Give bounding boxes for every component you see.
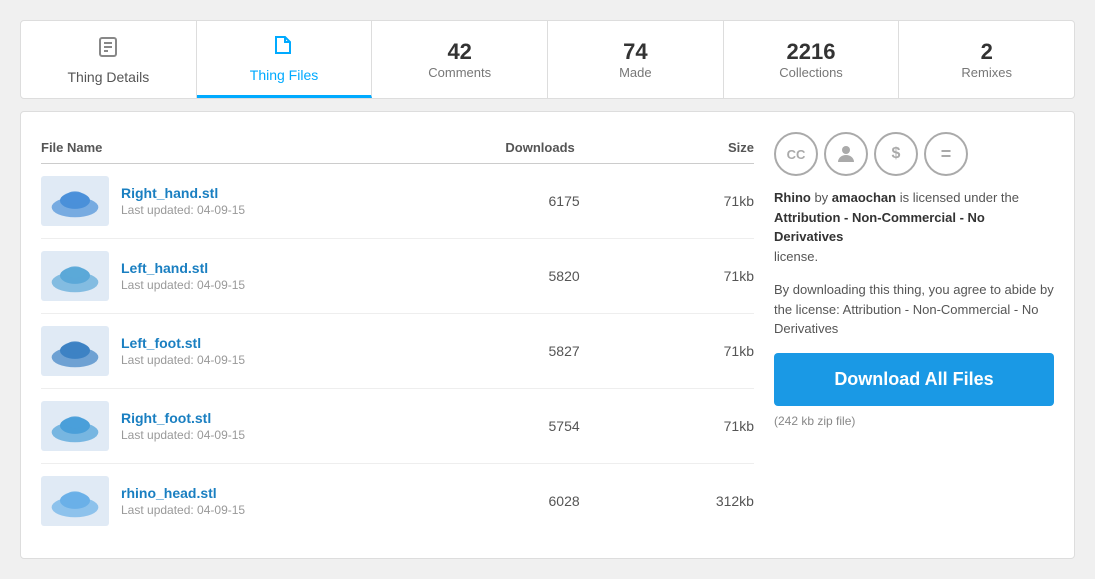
remixes-label: Remixes — [961, 65, 1012, 80]
license-by-text: by — [814, 190, 831, 205]
license-thing-name: Rhino — [774, 190, 811, 205]
nd-icon: = — [924, 132, 968, 176]
file-downloads: 5827 — [501, 343, 628, 359]
file-downloads: 6028 — [501, 493, 628, 509]
file-name[interactable]: Left_foot.stl — [121, 335, 501, 351]
file-rows-container: Right_hand.stl Last updated: 04-09-15 61… — [41, 164, 754, 538]
file-size: 71kb — [627, 418, 754, 434]
download-info-text: By downloading this thing, you agree to … — [774, 280, 1054, 339]
file-name[interactable]: rhino_head.stl — [121, 485, 501, 501]
file-name[interactable]: Right_foot.stl — [121, 410, 501, 426]
license-author: amaochan — [832, 190, 896, 205]
file-list: File Name Downloads Size Right_hand.stl … — [41, 132, 754, 538]
file-downloads: 6175 — [501, 193, 628, 209]
made-label: Made — [619, 65, 652, 80]
thing-files-icon — [272, 33, 296, 63]
sidebar: CC $ = Rhino by amaochan is licensed und… — [774, 132, 1054, 538]
file-info: rhino_head.stl Last updated: 04-09-15 — [121, 485, 501, 517]
file-info: Left_hand.stl Last updated: 04-09-15 — [121, 260, 501, 292]
tab-thing-files[interactable]: Thing Files — [197, 21, 373, 98]
header-size: Size — [611, 140, 754, 155]
file-size: 312kb — [627, 493, 754, 509]
file-size: 71kb — [627, 343, 754, 359]
file-info: Left_foot.stl Last updated: 04-09-15 — [121, 335, 501, 367]
table-row: Left_foot.stl Last updated: 04-09-15 582… — [41, 314, 754, 389]
license-text-3: license. — [774, 249, 818, 264]
file-updated: Last updated: 04-09-15 — [121, 428, 501, 442]
tab-thing-details-label: Thing Details — [67, 69, 149, 85]
table-row: Right_hand.stl Last updated: 04-09-15 61… — [41, 164, 754, 239]
comments-count: 42 — [447, 39, 471, 65]
file-downloads: 5820 — [501, 268, 628, 284]
file-thumbnail — [41, 326, 109, 376]
tabs-container: Thing Details Thing Files 42 Comments 74… — [20, 20, 1075, 99]
table-row: rhino_head.stl Last updated: 04-09-15 60… — [41, 464, 754, 538]
table-row: Right_foot.stl Last updated: 04-09-15 57… — [41, 389, 754, 464]
license-name: Attribution - Non-Commercial - No Deriva… — [774, 210, 985, 245]
file-downloads: 5754 — [501, 418, 628, 434]
by-icon — [824, 132, 868, 176]
license-icons: CC $ = — [774, 132, 1054, 176]
made-count: 74 — [623, 39, 647, 65]
file-size: 71kb — [627, 193, 754, 209]
cc-icon: CC — [774, 132, 818, 176]
tab-thing-details[interactable]: Thing Details — [21, 21, 197, 98]
file-updated: Last updated: 04-09-15 — [121, 203, 501, 217]
file-thumbnail — [41, 176, 109, 226]
collections-label: Collections — [779, 65, 843, 80]
tab-comments[interactable]: 42 Comments — [372, 21, 548, 98]
tab-remixes[interactable]: 2 Remixes — [899, 21, 1074, 98]
tab-thing-files-label: Thing Files — [250, 67, 318, 83]
thing-details-icon — [96, 35, 120, 65]
file-info: Right_foot.stl Last updated: 04-09-15 — [121, 410, 501, 442]
file-thumbnail — [41, 251, 109, 301]
tab-collections[interactable]: 2216 Collections — [724, 21, 900, 98]
file-updated: Last updated: 04-09-15 — [121, 503, 501, 517]
nc-icon: $ — [874, 132, 918, 176]
file-name[interactable]: Left_hand.stl — [121, 260, 501, 276]
comments-label: Comments — [428, 65, 491, 80]
table-row: Left_hand.stl Last updated: 04-09-15 582… — [41, 239, 754, 314]
file-updated: Last updated: 04-09-15 — [121, 353, 501, 367]
zip-info: (242 kb zip file) — [774, 414, 1054, 428]
header-filename: File Name — [41, 140, 469, 155]
license-text-2: is licensed under the — [900, 190, 1019, 205]
file-name[interactable]: Right_hand.stl — [121, 185, 501, 201]
main-content: File Name Downloads Size Right_hand.stl … — [20, 111, 1075, 559]
file-updated: Last updated: 04-09-15 — [121, 278, 501, 292]
file-size: 71kb — [627, 268, 754, 284]
download-all-button[interactable]: Download All Files — [774, 353, 1054, 406]
license-text: Rhino by amaochan is licensed under the … — [774, 188, 1054, 266]
file-thumbnail — [41, 476, 109, 526]
collections-count: 2216 — [787, 39, 836, 65]
header-downloads: Downloads — [469, 140, 612, 155]
file-table-header: File Name Downloads Size — [41, 132, 754, 164]
file-thumbnail — [41, 401, 109, 451]
tab-made[interactable]: 74 Made — [548, 21, 724, 98]
remixes-count: 2 — [981, 39, 993, 65]
file-info: Right_hand.stl Last updated: 04-09-15 — [121, 185, 501, 217]
